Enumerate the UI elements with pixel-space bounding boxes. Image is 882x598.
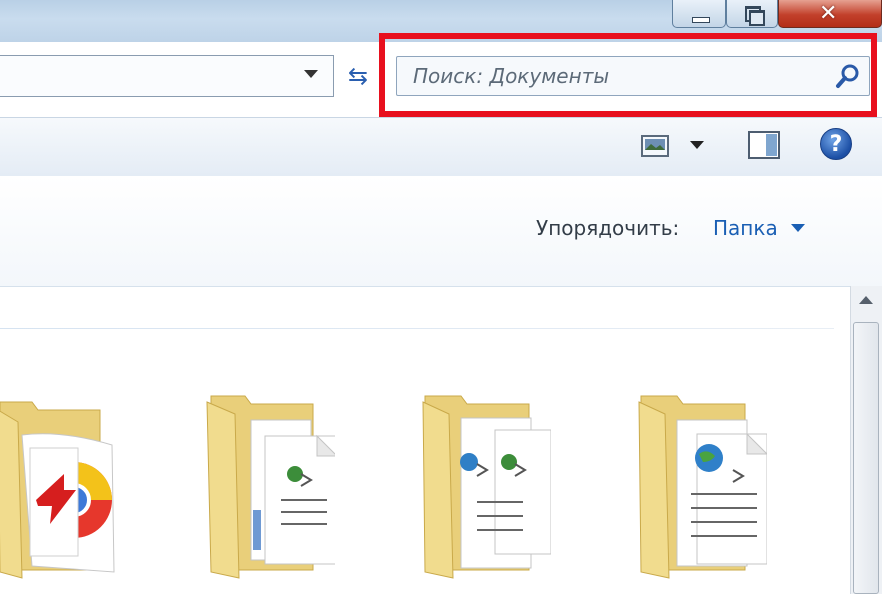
search-box[interactable] (396, 56, 870, 96)
maximize-button[interactable] (726, 0, 778, 28)
search-icon[interactable] (835, 63, 861, 89)
folder-item[interactable] (421, 390, 552, 594)
folder-item[interactable] (0, 390, 122, 594)
scroll-up-icon[interactable] (859, 296, 873, 304)
close-button[interactable]: ✕ (778, 0, 882, 28)
views-dropdown-icon[interactable] (690, 141, 704, 149)
folder-item[interactable] (205, 390, 339, 594)
arrange-chevron-down-icon[interactable] (791, 224, 805, 232)
folder-with-web-documents-icon (422, 395, 552, 579)
folder-with-flash-chrome-icon (0, 401, 115, 579)
folder-item[interactable] (637, 390, 769, 594)
chevron-down-icon[interactable] (304, 70, 318, 78)
preview-pane-icon[interactable] (748, 131, 780, 159)
close-icon: ✕ (819, 1, 838, 26)
arrange-by-dropdown[interactable]: Папка (713, 216, 778, 240)
search-input[interactable] (413, 57, 833, 95)
scroll-thumb[interactable] (853, 322, 879, 594)
minimize-icon (692, 17, 710, 23)
folder-with-globe-document-icon (638, 395, 769, 579)
restore-icon-front (749, 10, 765, 26)
help-icon[interactable]: ? (820, 128, 852, 160)
folder-with-documents-icon (206, 395, 339, 579)
group-divider (0, 328, 834, 329)
minimize-button[interactable] (672, 0, 726, 28)
views-icon[interactable] (641, 135, 669, 157)
refresh-icon[interactable]: ⇆ (340, 58, 376, 94)
arrange-by-label: Упорядочить: (536, 216, 680, 240)
address-bar[interactable] (0, 55, 334, 97)
